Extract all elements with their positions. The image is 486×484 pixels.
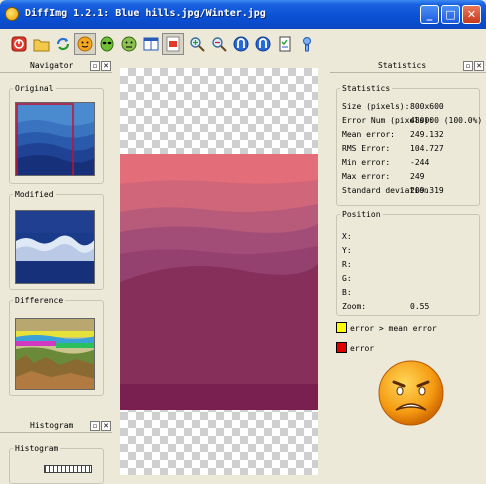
- statistics-title: Statistics: [378, 61, 427, 70]
- title-bar[interactable]: DiffImg 1.2.1: Blue hills.jpg/Winter.jpg…: [0, 0, 486, 29]
- histogram-label: Histogram: [15, 444, 59, 453]
- float-panel-icon[interactable]: ▫: [90, 61, 100, 71]
- stat-value: -244: [410, 158, 430, 167]
- zoom-out-icon[interactable]: [208, 33, 230, 55]
- sad-face-icon: [376, 358, 446, 428]
- histogram-title: Histogram: [30, 421, 74, 430]
- nav-prev-icon[interactable]: [230, 33, 252, 55]
- stat-value: 249.132: [410, 130, 444, 139]
- face-icon[interactable]: [118, 33, 140, 55]
- stat-value: 800x600: [410, 102, 444, 111]
- difference-label: Difference: [15, 296, 64, 305]
- stat-label: Min error:: [342, 158, 391, 167]
- checklist-icon[interactable]: [274, 33, 296, 55]
- stat-value: 480000 (100.0%): [410, 116, 483, 125]
- exit-icon[interactable]: [8, 33, 30, 55]
- stat-value: 209.319: [410, 186, 444, 195]
- pos-label: X:: [342, 232, 352, 241]
- minimize-button[interactable]: _: [420, 5, 439, 24]
- statistics-group-label: Statistics: [342, 84, 391, 93]
- refresh-icon[interactable]: [52, 33, 74, 55]
- stat-label: Mean error:: [342, 130, 395, 139]
- info-icon[interactable]: [296, 33, 318, 55]
- pos-label: B:: [342, 288, 352, 297]
- modified-thumbnail[interactable]: [15, 210, 95, 284]
- close-button[interactable]: ✕: [462, 5, 481, 24]
- navigator-panel: Navigator ▫ ✕ Original Modified Differen…: [0, 60, 112, 412]
- legend-label: error > mean error: [350, 324, 437, 333]
- split-view-icon[interactable]: [140, 33, 162, 55]
- mask-icon[interactable]: [162, 33, 184, 55]
- pos-label: Zoom:: [342, 302, 367, 311]
- legend-label: error: [350, 344, 375, 353]
- smiley-icon[interactable]: [74, 33, 96, 55]
- nav-next-icon[interactable]: [252, 33, 274, 55]
- window-title: DiffImg 1.2.1: Blue hills.jpg/Winter.jpg: [25, 8, 266, 19]
- difference-image: [120, 154, 318, 410]
- close-panel-icon[interactable]: ✕: [101, 61, 111, 71]
- stat-label: Max error:: [342, 172, 391, 181]
- image-canvas[interactable]: [120, 68, 318, 475]
- histogram-group: Histogram: [9, 444, 104, 484]
- toolbar: [2, 31, 484, 58]
- stat-label: RMS Error:: [342, 144, 391, 153]
- zoom-value: 0.55: [410, 302, 430, 311]
- difference-thumbnail[interactable]: [15, 318, 95, 390]
- stat-label: Size (pixels):: [342, 102, 410, 111]
- pos-label: Y:: [342, 246, 352, 255]
- legend-swatch-yellow: [336, 322, 347, 333]
- close-panel-icon[interactable]: ✕: [101, 421, 111, 431]
- zoom-in-icon[interactable]: [186, 33, 208, 55]
- statistics-panel: Statistics ▫ ✕ Statistics Size (pixels):…: [330, 60, 486, 475]
- navigator-title: Navigator: [30, 61, 74, 70]
- modified-label: Modified: [15, 190, 54, 199]
- histogram-ruler: [44, 465, 92, 473]
- legend-swatch-red: [336, 342, 347, 353]
- open-folder-icon[interactable]: [30, 33, 52, 55]
- float-panel-icon[interactable]: ▫: [90, 421, 100, 431]
- stat-value: 104.727: [410, 144, 444, 153]
- position-group-label: Position: [342, 210, 381, 219]
- float-panel-icon[interactable]: ▫: [463, 61, 473, 71]
- maximize-button[interactable]: □: [441, 5, 460, 24]
- histogram-panel: Histogram ▫ ✕ Histogram: [0, 420, 112, 484]
- close-panel-icon[interactable]: ✕: [474, 61, 484, 71]
- statistics-header: Statistics ▫ ✕: [330, 60, 486, 73]
- histogram-header: Histogram ▫ ✕: [0, 420, 112, 433]
- pos-label: G:: [342, 274, 352, 283]
- alien-icon[interactable]: [96, 33, 118, 55]
- app-window: DiffImg 1.2.1: Blue hills.jpg/Winter.jpg…: [0, 0, 486, 484]
- stat-value: 249: [410, 172, 425, 181]
- app-icon: [5, 7, 19, 21]
- pos-label: R:: [342, 260, 352, 269]
- original-label: Original: [15, 84, 54, 93]
- position-group: Position: [336, 210, 480, 316]
- original-thumbnail[interactable]: [15, 102, 95, 176]
- navigator-header: Navigator ▫ ✕: [0, 60, 112, 73]
